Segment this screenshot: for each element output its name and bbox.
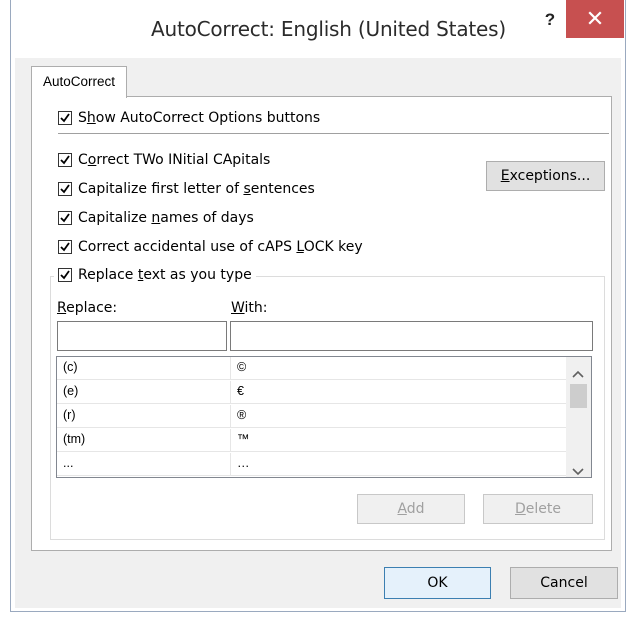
- cancel-button[interactable]: Cancel: [510, 567, 618, 599]
- list-item[interactable]: (r) ®: [57, 405, 566, 428]
- checkbox-box[interactable]: [58, 182, 72, 196]
- checkbox-label: Replace text as you type: [78, 267, 252, 283]
- with-cell: ®: [237, 408, 247, 422]
- with-cell: ©: [237, 360, 247, 374]
- replace-cell: (e): [63, 384, 79, 398]
- correct-two-initial-checkbox[interactable]: Correct TWo INitial CApitals: [58, 150, 270, 170]
- replace-input[interactable]: [57, 321, 227, 351]
- with-cell: ™: [237, 432, 250, 446]
- tab-autocorrect[interactable]: AutoCorrect: [31, 66, 128, 98]
- column-divider: [230, 453, 231, 475]
- checkbox-box[interactable]: [58, 211, 72, 225]
- caps-lock-checkbox[interactable]: Correct accidental use of cAPS LOCK key: [58, 237, 363, 257]
- replace-cell: (c): [63, 360, 78, 374]
- column-divider: [230, 429, 231, 451]
- column-divider: [230, 357, 231, 379]
- with-cell: …: [237, 456, 250, 470]
- replace-cell: ...: [63, 456, 74, 470]
- with-input[interactable]: [230, 321, 593, 351]
- checkbox-label: Capitalize names of days: [78, 210, 254, 226]
- add-button[interactable]: Add: [357, 494, 465, 524]
- scroll-down-icon[interactable]: [572, 461, 584, 480]
- checkbox-box[interactable]: [58, 268, 72, 282]
- show-autocorrect-options-checkbox[interactable]: Show AutoCorrect Options buttons: [58, 108, 320, 128]
- separator: [58, 133, 609, 134]
- close-icon: [588, 10, 602, 29]
- with-label: With:: [231, 300, 268, 316]
- window-title: AutoCorrect: English (United States): [151, 17, 506, 41]
- with-cell: €: [237, 384, 244, 398]
- checkbox-label: Correct TWo INitial CApitals: [78, 152, 271, 168]
- title-bar: AutoCorrect: English (United States) ?: [11, 0, 625, 58]
- scrollbar-thumb[interactable]: [570, 384, 587, 408]
- vertical-scrollbar[interactable]: [566, 357, 591, 477]
- list-item[interactable]: (c) ©: [57, 357, 566, 380]
- scroll-up-icon[interactable]: [572, 363, 584, 382]
- column-divider: [230, 405, 231, 427]
- list-item[interactable]: (tm) ™: [57, 429, 566, 452]
- checkbox-box[interactable]: [58, 240, 72, 254]
- replace-label: Replace:: [57, 300, 118, 316]
- exceptions-button[interactable]: Exceptions...: [486, 161, 605, 191]
- capitalize-first-letter-checkbox[interactable]: Capitalize first letter of sentences: [58, 179, 315, 199]
- replace-cell: (tm): [63, 432, 86, 446]
- delete-button[interactable]: Delete: [483, 494, 593, 524]
- list-item[interactable]: ... …: [57, 453, 566, 476]
- ok-button[interactable]: OK: [384, 567, 491, 599]
- checkbox-label: Show AutoCorrect Options buttons: [78, 110, 321, 126]
- replace-text-checkbox[interactable]: Replace text as you type: [54, 265, 256, 285]
- help-button[interactable]: ?: [538, 8, 562, 32]
- capitalize-days-checkbox[interactable]: Capitalize names of days: [58, 208, 254, 228]
- autocorrect-entries-list[interactable]: (c) © (e) € (r) ® (tm) ™ ... …: [56, 356, 592, 478]
- list-item[interactable]: (e) €: [57, 381, 566, 404]
- checkbox-box[interactable]: [58, 153, 72, 167]
- checkbox-box[interactable]: [58, 111, 72, 125]
- close-button[interactable]: [566, 0, 624, 38]
- column-divider: [230, 381, 231, 403]
- checkbox-label: Capitalize first letter of sentences: [78, 181, 315, 197]
- checkbox-label: Correct accidental use of cAPS LOCK key: [78, 239, 363, 255]
- replace-cell: (r): [63, 408, 76, 422]
